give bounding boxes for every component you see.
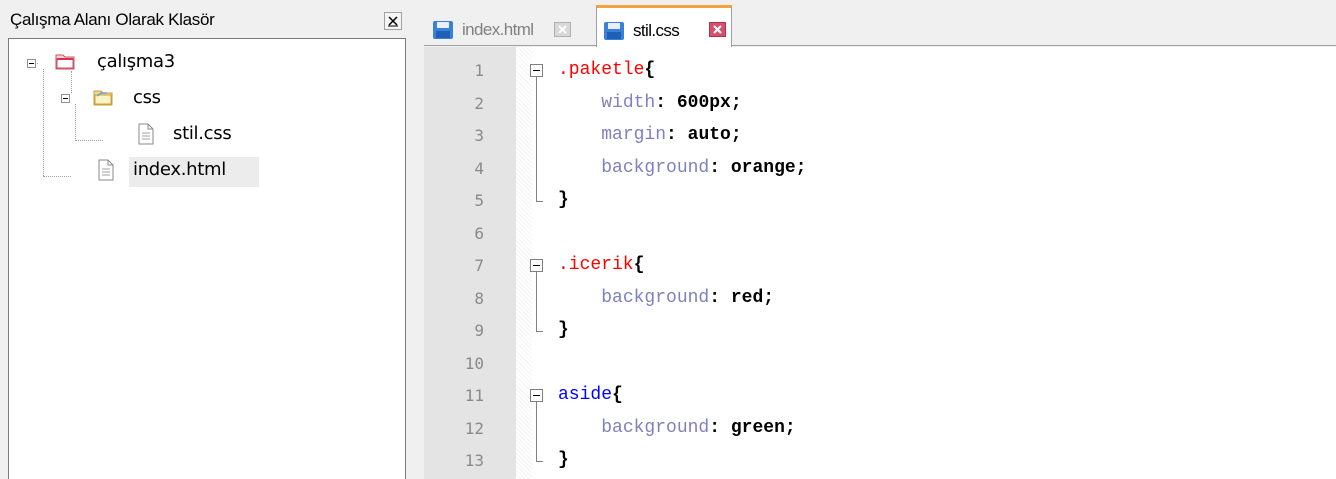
fold-line bbox=[536, 272, 537, 331]
file-icon bbox=[98, 159, 114, 181]
panel-header: Çalışma Alanı Olarak Klasör bbox=[6, 4, 406, 34]
code-token: aside bbox=[558, 385, 613, 405]
code-token: : bbox=[709, 287, 731, 308]
line-number: 12 bbox=[464, 418, 484, 438]
code-token: green bbox=[730, 417, 785, 438]
tree-item-index-html[interactable]: index.html bbox=[133, 159, 226, 180]
save-disk-icon bbox=[604, 22, 624, 40]
code-token: ; bbox=[730, 125, 742, 145]
fold-minus-icon[interactable] bbox=[530, 389, 543, 402]
code-token: } bbox=[558, 320, 569, 340]
code-token: ; bbox=[795, 157, 807, 178]
line-number: 2 bbox=[474, 93, 484, 113]
code-token: background bbox=[601, 287, 710, 308]
tree-item-root[interactable]: çalışma3 bbox=[97, 51, 175, 72]
workspace-panel: Çalışma Alanı Olarak Klasör çalışma3 css… bbox=[0, 0, 410, 479]
fold-line bbox=[536, 77, 537, 201]
line-number: 3 bbox=[474, 126, 484, 145]
code-line[interactable]: background: orange; bbox=[558, 158, 806, 178]
code-token: .icerik bbox=[558, 255, 634, 275]
code-line[interactable]: .icerik{ bbox=[558, 255, 644, 275]
close-panel-icon bbox=[388, 16, 398, 27]
code-token: ; bbox=[763, 287, 775, 308]
code-token: ; bbox=[784, 417, 796, 438]
tab-stil-css[interactable]: stil.css bbox=[596, 5, 732, 47]
code-token: : bbox=[655, 92, 677, 113]
code-token: width bbox=[601, 92, 656, 113]
fold-end-marker bbox=[536, 461, 543, 462]
line-number: 13 bbox=[464, 451, 484, 470]
code-line[interactable]: aside{ bbox=[558, 385, 623, 405]
code-line[interactable]: } bbox=[558, 320, 569, 340]
code-token: orange bbox=[730, 157, 796, 178]
folder-icon bbox=[93, 90, 113, 106]
code-line[interactable]: background: green; bbox=[558, 417, 796, 438]
tree-item-stil-css[interactable]: stil.css bbox=[173, 123, 232, 144]
close-panel-button[interactable] bbox=[384, 12, 402, 30]
code-token: : bbox=[666, 125, 688, 145]
code-token: background bbox=[601, 157, 710, 178]
tab-close-icon[interactable] bbox=[554, 22, 571, 37]
fold-minus-icon[interactable] bbox=[530, 259, 543, 272]
code-editor: index.html stil.css 1 .paketle{2 width:… bbox=[424, 0, 1336, 479]
code-line[interactable]: margin: auto; bbox=[558, 125, 742, 145]
code-token: auto bbox=[687, 125, 731, 145]
line-number: 10 bbox=[464, 353, 484, 373]
project-folder-icon bbox=[55, 54, 75, 70]
code-token: { bbox=[612, 385, 623, 405]
code-line[interactable]: background: red; bbox=[558, 288, 774, 308]
line-number: 9 bbox=[474, 321, 484, 340]
css-collapse-toggle[interactable] bbox=[61, 94, 70, 103]
code-line[interactable]: } bbox=[558, 450, 569, 470]
code-line[interactable]: width: 600px; bbox=[558, 92, 742, 113]
code-line[interactable]: } bbox=[558, 190, 569, 210]
save-disk-icon bbox=[433, 21, 453, 39]
code-token: red bbox=[730, 287, 764, 308]
line-number: 8 bbox=[474, 288, 484, 308]
line-number: 1 bbox=[474, 61, 484, 80]
fold-end-marker bbox=[536, 201, 543, 202]
folder-tree: çalışma3 css stil.css index.html bbox=[8, 38, 406, 479]
panel-splitter[interactable] bbox=[410, 0, 424, 479]
code-token: margin bbox=[601, 125, 667, 145]
code-token: ; bbox=[730, 92, 742, 113]
code-area[interactable]: 1 .paketle{2 width: 600px; 3 margin: auto;… bbox=[424, 47, 1336, 479]
code-token: .paketle bbox=[558, 60, 645, 80]
code-token: } bbox=[558, 450, 569, 470]
root-collapse-toggle[interactable] bbox=[27, 59, 36, 68]
code-line[interactable]: .paketle{ bbox=[558, 60, 655, 80]
code-token: { bbox=[633, 255, 645, 275]
line-number: 5 bbox=[474, 191, 484, 210]
tree-item-css-folder[interactable]: css bbox=[133, 87, 161, 108]
code-token: 600px bbox=[676, 92, 731, 113]
code-token: background bbox=[601, 417, 710, 438]
line-number: 11 bbox=[464, 386, 484, 405]
code-token: { bbox=[644, 60, 656, 80]
line-number: 4 bbox=[474, 158, 484, 178]
fold-line bbox=[536, 402, 537, 461]
tab-label: index.html bbox=[462, 20, 534, 39]
line-number: 7 bbox=[474, 256, 484, 275]
tab-index-html[interactable]: index.html bbox=[426, 12, 594, 46]
fold-end-marker bbox=[536, 331, 543, 332]
code-token: : bbox=[709, 417, 731, 438]
file-icon bbox=[138, 123, 154, 145]
code-token: : bbox=[709, 157, 731, 178]
fold-minus-icon[interactable] bbox=[530, 64, 543, 77]
panel-title: Çalışma Alanı Olarak Klasör bbox=[10, 10, 215, 29]
tab-close-icon[interactable] bbox=[709, 22, 726, 37]
code-token: } bbox=[558, 190, 569, 210]
line-number: 6 bbox=[474, 223, 484, 243]
tab-bar: index.html stil.css bbox=[424, 0, 1336, 47]
tab-label: stil.css bbox=[633, 21, 680, 40]
